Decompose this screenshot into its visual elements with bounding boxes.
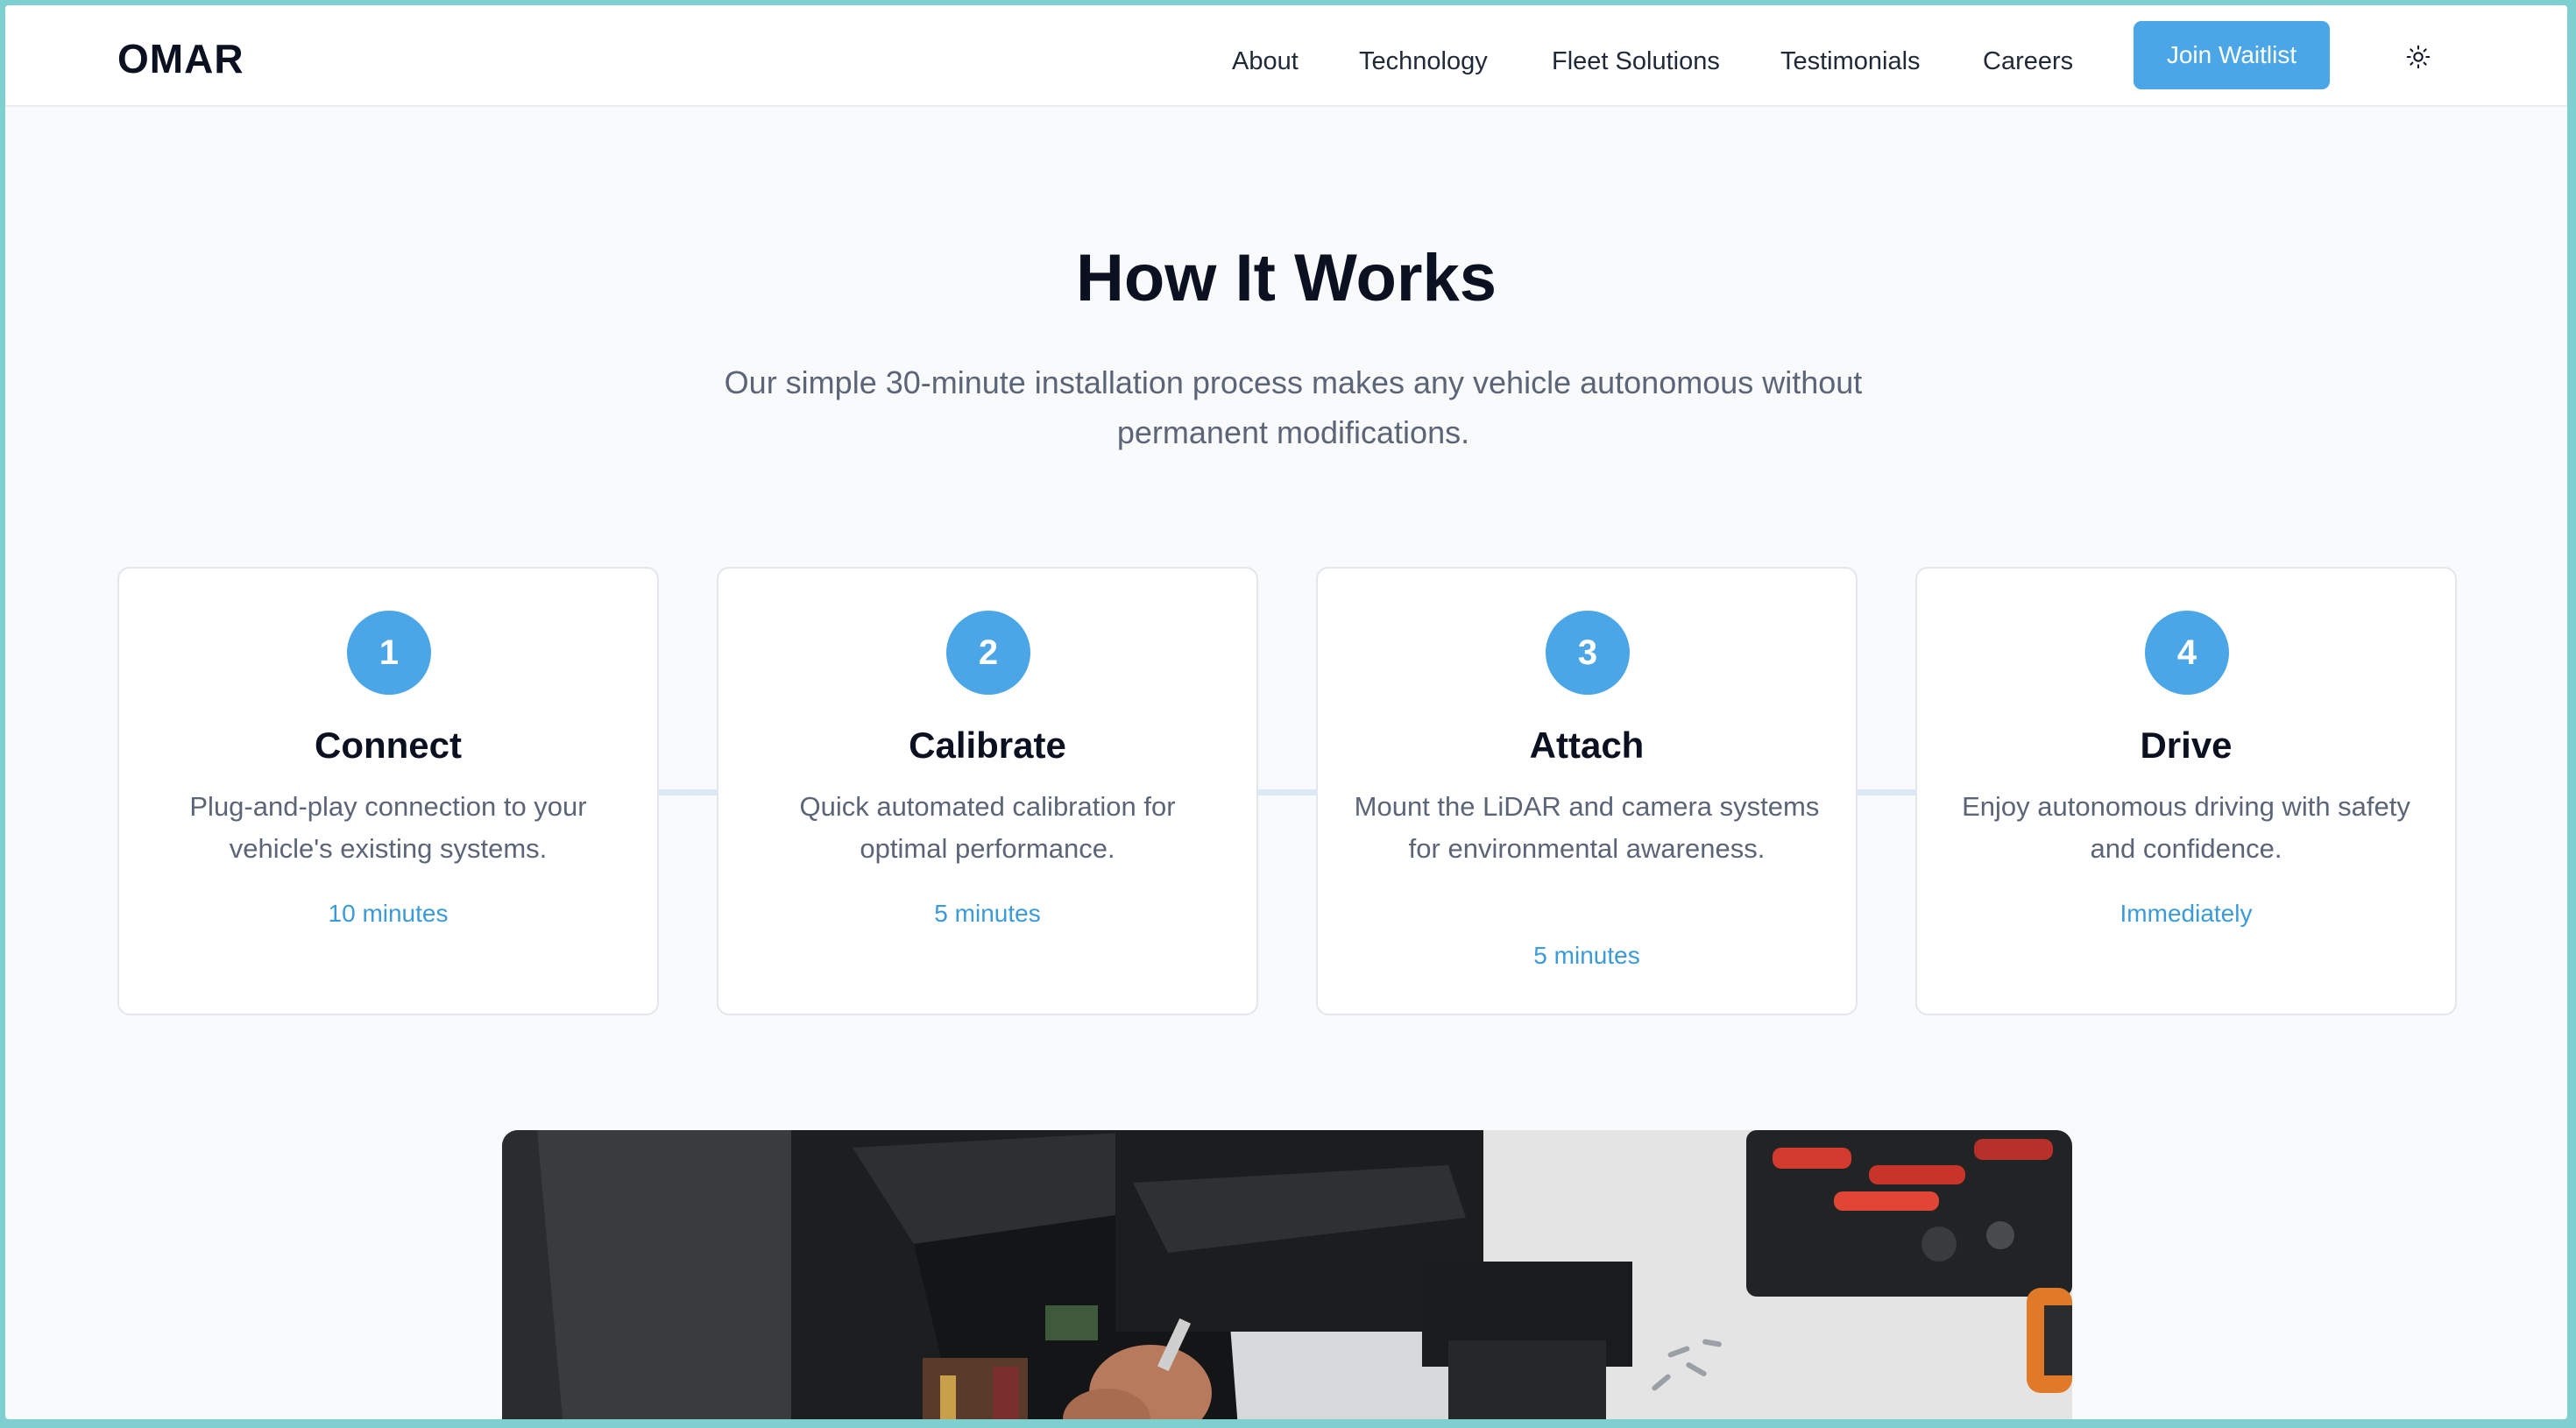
step-number-badge: 3 xyxy=(1546,611,1630,695)
step-card-calibrate: 2 Calibrate Quick automated calibration … xyxy=(717,567,1258,1015)
step-title: Calibrate xyxy=(909,725,1066,766)
step-number-badge: 1 xyxy=(347,611,431,695)
step-description: Enjoy autonomous driving with safety and… xyxy=(1962,791,2410,864)
step-connector xyxy=(1258,789,1316,795)
section-title: How It Works xyxy=(1076,241,1497,315)
installation-photo xyxy=(502,1130,2072,1419)
step-card-connect: 1 Connect Plug-and-play connection to yo… xyxy=(117,567,659,1015)
step-number-badge: 2 xyxy=(946,611,1030,695)
step-connector xyxy=(659,789,717,795)
page: OMAR About Technology Fleet Solutions Te… xyxy=(5,5,2567,1419)
logo[interactable]: OMAR xyxy=(117,35,244,82)
sun-icon[interactable] xyxy=(2406,45,2431,69)
step-card-drive: 4 Drive Enjoy autonomous driving with sa… xyxy=(1915,567,2457,1015)
nav-link-careers[interactable]: Careers xyxy=(1983,47,2073,76)
join-waitlist-button[interactable]: Join Waitlist xyxy=(2134,21,2330,89)
step-title: Connect xyxy=(315,725,462,766)
nav-link-testimonials[interactable]: Testimonials xyxy=(1780,47,1921,76)
step-description: Plug-and-play connection to your vehicle… xyxy=(189,791,587,864)
step-number-badge: 4 xyxy=(2145,611,2229,695)
top-nav-bar: OMAR About Technology Fleet Solutions Te… xyxy=(5,5,2567,107)
step-description: Quick automated calibration for optimal … xyxy=(799,791,1176,864)
step-duration: 5 minutes xyxy=(934,900,1041,927)
section-subtitle: Our simple 30-minute installation proces… xyxy=(724,364,1863,450)
step-duration: Immediately xyxy=(2120,900,2253,927)
step-duration: 10 minutes xyxy=(328,900,449,927)
step-duration: 5 minutes xyxy=(1533,942,1640,969)
step-description: Mount the LiDAR and camera systems for e… xyxy=(1354,791,1820,864)
installation-photo-illustration xyxy=(502,1130,2072,1419)
nav-link-fleet-solutions[interactable]: Fleet Solutions xyxy=(1552,47,1720,76)
step-title: Attach xyxy=(1529,725,1645,766)
step-card-attach: 3 Attach Mount the LiDAR and camera syst… xyxy=(1316,567,1858,1015)
nav-link-technology[interactable]: Technology xyxy=(1359,47,1488,76)
nav-link-about[interactable]: About xyxy=(1232,47,1299,76)
step-connector xyxy=(1858,789,1915,795)
step-title: Drive xyxy=(2140,725,2233,766)
